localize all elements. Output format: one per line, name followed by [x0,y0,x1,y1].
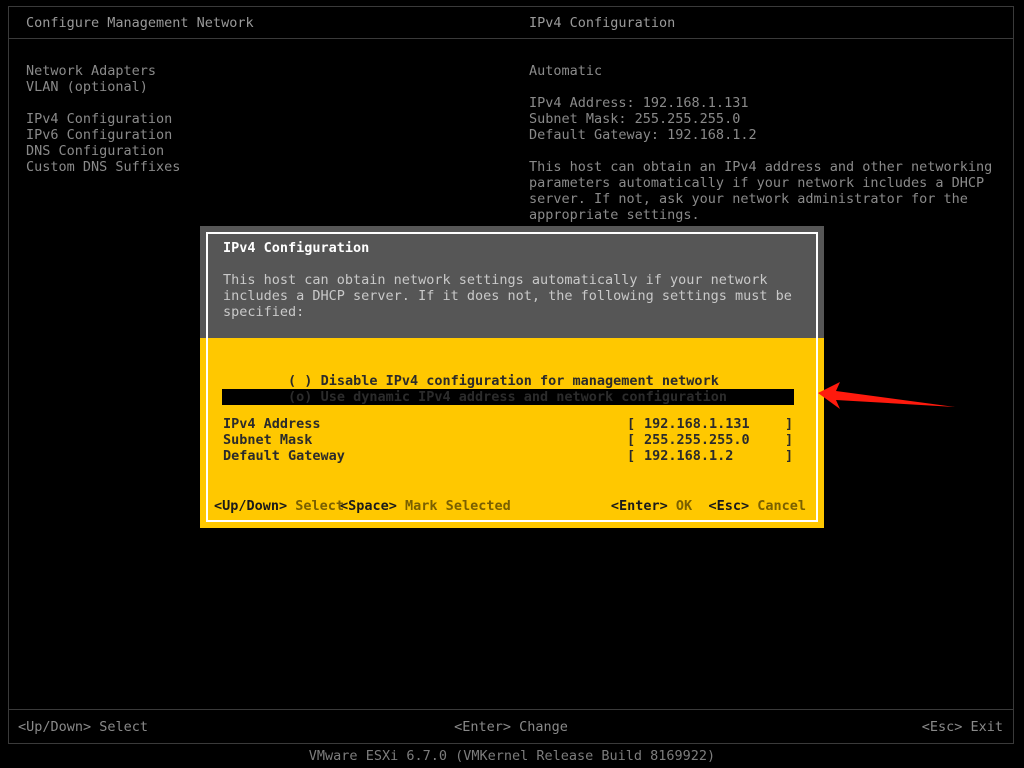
sidebar-item-network-adapters[interactable]: Network Adapters [26,63,466,79]
sidebar-item-custom-dns-suffixes[interactable]: Custom DNS Suffixes [26,159,466,175]
field-value-ipv4-address[interactable]: 192.168.1.131 [644,416,750,432]
dialog-action-esc-sp [749,498,757,514]
dialog-description: This host can obtain network settings au… [223,272,792,320]
bracket-close-subnet-mask: ] [785,432,794,448]
dialog-action-enter-sp [668,498,676,514]
radio-spacer-0 [312,373,320,389]
option-disable-ipv4[interactable]: ( ) Disable IPv4 configuration for manag… [222,357,794,389]
header-title-right: IPv4 Configuration [529,15,676,31]
ipv4-mode-option-group: ( ) Disable IPv4 configuration for manag… [222,357,794,421]
detail-ipv4-address: IPv4 Address: 192.168.1.131 [529,95,749,111]
dialog-body: ( ) Disable IPv4 configuration for manag… [200,338,824,528]
field-row-default-gateway[interactable]: Default Gateway [ 192.168.1.2 ] [223,448,793,464]
detail-description: This host can obtain an IPv4 address and… [529,159,993,223]
field-label-ipv4-address: IPv4 Address [223,416,321,432]
sidebar-item-ipv6-configuration[interactable]: IPv6 Configuration [26,127,466,143]
header-title-left: Configure Management Network [26,15,254,31]
dialog-footer: <Up/Down> Select <Space> Mark Selected <… [200,498,824,514]
detail-spacer [529,79,1009,95]
radio-spacer-1 [312,389,320,405]
field-label-subnet-mask: Subnet Mask [223,432,313,448]
status-enter-change[interactable]: <Enter> Change [9,719,1013,735]
dialog-action-space-label: Mark Selected [405,498,511,514]
bracket-close-ipv4-address: ] [785,416,794,432]
detail-pane: Automatic IPv4 Address: 192.168.1.131 Su… [529,63,1009,223]
dialog-action-updown-label: Select [295,498,345,514]
radio-marker-disable-ipv4[interactable]: ( ) [288,373,312,389]
dialog-key-updown[interactable]: <Up/Down> Select [214,498,344,514]
sidebar-item-vlan[interactable]: VLAN (optional) [26,79,466,95]
detail-mode: Automatic [529,63,603,79]
dialog-title: IPv4 Configuration [223,240,370,256]
option-label-disable-ipv4: Disable IPv4 configuration for managemen… [320,373,719,389]
option-label-use-dynamic-ipv4: Use dynamic IPv4 address and network con… [320,389,727,405]
dialog-action-esc-label: Cancel [757,498,806,514]
dialog-keys-right[interactable]: <Enter> OK <Esc> Cancel [611,498,806,514]
configuration-menu: Network Adapters VLAN (optional) IPv4 Co… [26,63,466,175]
static-address-fields: IPv4 Address [ 192.168.1.131 ] Subnet Ma… [223,416,793,464]
dialog-action-enter-label: OK [675,498,693,514]
detail-spacer-2 [529,143,1009,159]
ipv4-configuration-dialog: IPv4 Configuration This host can obtain … [200,226,824,528]
dialog-key-space-label: <Space> [340,498,397,514]
radio-marker-use-dynamic-ipv4[interactable]: (o) [288,389,312,405]
sidebar-item-ipv4-configuration[interactable]: IPv4 Configuration [26,111,466,127]
bracket-open-ipv4-address: [ [627,416,636,432]
field-value-default-gateway[interactable]: 192.168.1.2 [644,448,733,464]
bracket-open-default-gateway: [ [627,448,636,464]
field-label-default-gateway: Default Gateway [223,448,345,464]
bracket-close-default-gateway: ] [785,448,794,464]
detail-subnet-mask: Subnet Mask: 255.255.255.0 [529,111,741,127]
menu-spacer [26,95,466,111]
status-bar: <Up/Down> Select <Enter> Change <Esc> Ex… [9,709,1013,743]
dialog-key-esc-label: <Esc> [708,498,750,514]
dialog-footer-gap [692,498,708,514]
dialog-key-updown-label: <Up/Down> [214,498,288,514]
sidebar-item-dns-configuration[interactable]: DNS Configuration [26,143,466,159]
detail-default-gateway: Default Gateway: 192.168.1.2 [529,127,757,143]
field-row-ipv4-address[interactable]: IPv4 Address [ 192.168.1.131 ] [223,416,793,432]
bracket-open-subnet-mask: [ [627,432,636,448]
field-row-subnet-mask[interactable]: Subnet Mask [ 255.255.255.0 ] [223,432,793,448]
dialog-header: IPv4 Configuration This host can obtain … [200,226,824,338]
status-esc-exit[interactable]: <Esc> Exit [922,719,1003,735]
header-bar: Configure Management Network IPv4 Config… [9,7,1013,39]
field-value-subnet-mask[interactable]: 255.255.255.0 [644,432,750,448]
version-line: VMware ESXi 6.7.0 (VMKernel Release Buil… [308,748,716,764]
dialog-key-enter-label: <Enter> [610,498,668,514]
dialog-action-space [397,498,405,514]
dialog-key-space[interactable]: <Space> Mark Selected [340,498,511,514]
